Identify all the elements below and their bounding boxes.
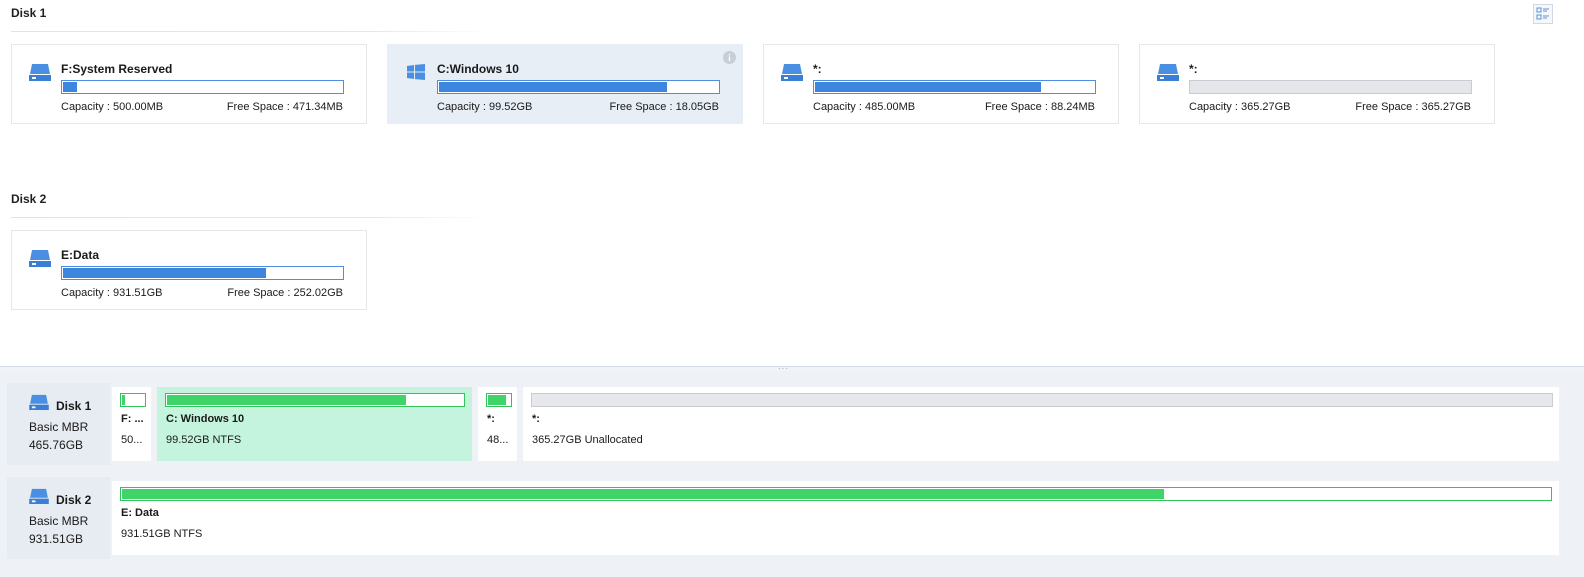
segment-usage-bar	[120, 393, 146, 407]
disk1-map-label[interactable]: Disk 1 Basic MBR 465.76GB	[7, 383, 110, 465]
map-segment-unallocated[interactable]: *: 365.27GB Unallocated	[523, 387, 1559, 461]
segment-usage-bar	[486, 393, 512, 407]
usage-fill	[439, 82, 668, 92]
windows-icon	[407, 64, 425, 80]
segment-usage-bar	[165, 393, 465, 407]
drive-icon	[29, 488, 49, 504]
disk-name: Disk 1	[56, 399, 92, 413]
capacity-label: Capacity : 485.00MB	[813, 101, 916, 113]
free-space-label: Free Space : 471.34MB	[226, 101, 343, 113]
capacity-label: Capacity : 365.27GB	[1189, 101, 1291, 113]
free-space-label: Free Space : 252.02GB	[227, 287, 343, 299]
usage-bar	[61, 266, 344, 280]
partition-card-3[interactable]: *: Capacity : 485.00MB Free Space : 88.2…	[763, 44, 1119, 124]
disk2-heading: Disk 2	[11, 192, 47, 206]
segment-usage-bar	[531, 393, 1553, 407]
segment-name: *:	[532, 413, 540, 425]
view-toggle-button[interactable]	[1533, 4, 1553, 24]
segment-info: 50...	[121, 434, 143, 446]
segment-info: 99.52GB NTFS	[166, 434, 242, 446]
capacity-label: Capacity : 99.52GB	[437, 101, 533, 113]
usage-bar	[813, 80, 1096, 94]
disk-size: 465.76GB	[29, 438, 84, 452]
partition-name: E:Data	[61, 248, 100, 262]
disk-type: Basic MBR	[29, 514, 89, 528]
segment-name: F: ...	[121, 413, 144, 425]
usage-fill	[63, 268, 267, 278]
disk1-heading: Disk 1	[11, 6, 47, 20]
segment-name: E: Data	[121, 507, 159, 519]
free-space-label: Free Space : 365.27GB	[1355, 101, 1471, 113]
usage-fill	[815, 82, 1041, 92]
partition-card-4[interactable]: *: Capacity : 365.27GB Free Space : 365.…	[1139, 44, 1495, 124]
segment-usage-fill	[167, 395, 407, 405]
list-view-icon	[1536, 7, 1549, 20]
drive-icon	[781, 64, 803, 81]
segment-info: 931.51GB NTFS	[121, 528, 203, 540]
partition-card-e[interactable]: E:Data Capacity : 931.51GB Free Space : …	[11, 230, 367, 310]
usage-bar	[61, 80, 344, 94]
disk-type: Basic MBR	[29, 420, 89, 434]
partition-name: *:	[813, 62, 822, 76]
map-segment-f[interactable]: F: ... 50...	[112, 387, 151, 461]
info-icon[interactable]	[723, 51, 736, 64]
segment-usage-fill	[122, 395, 125, 405]
disk-size: 931.51GB	[29, 532, 84, 546]
free-space-label: Free Space : 18.05GB	[609, 101, 719, 113]
drive-icon	[29, 394, 49, 410]
segment-info: 365.27GB Unallocated	[532, 434, 643, 446]
capacity-label: Capacity : 500.00MB	[61, 101, 164, 113]
partition-name: F:System Reserved	[61, 62, 173, 76]
map-segment-e[interactable]: E: Data 931.51GB NTFS	[112, 481, 1559, 555]
drive-icon	[1157, 64, 1179, 81]
partition-name: C:Windows 10	[437, 62, 519, 76]
segment-usage-bar	[120, 487, 1552, 501]
disk-name: Disk 2	[56, 493, 92, 507]
capacity-label: Capacity : 931.51GB	[61, 287, 163, 299]
free-space-label: Free Space : 88.24MB	[984, 101, 1095, 113]
partition-card-c[interactable]: C:Windows 10 Capacity : 99.52GB Free Spa…	[387, 44, 743, 124]
disk2-map-label[interactable]: Disk 2 Basic MBR 931.51GB	[7, 477, 110, 559]
disk2-divider	[11, 217, 491, 218]
map-segment-3[interactable]: *: 48...	[478, 387, 517, 461]
segment-name: C: Windows 10	[166, 413, 245, 425]
segment-info: 48...	[487, 434, 509, 446]
segment-usage-fill	[122, 489, 1164, 499]
segment-name: *:	[487, 413, 495, 425]
map-segment-c[interactable]: C: Windows 10 99.52GB NTFS	[157, 387, 472, 461]
partition-card-f[interactable]: F:System Reserved Capacity : 500.00MB Fr…	[11, 44, 367, 124]
disk1-divider	[11, 31, 1111, 32]
usage-bar	[437, 80, 720, 94]
segment-usage-fill	[488, 395, 506, 405]
usage-bar	[1189, 80, 1472, 94]
partition-name: *:	[1189, 62, 1198, 76]
drive-icon	[29, 64, 51, 81]
usage-fill	[63, 82, 78, 92]
drive-icon	[29, 250, 51, 267]
